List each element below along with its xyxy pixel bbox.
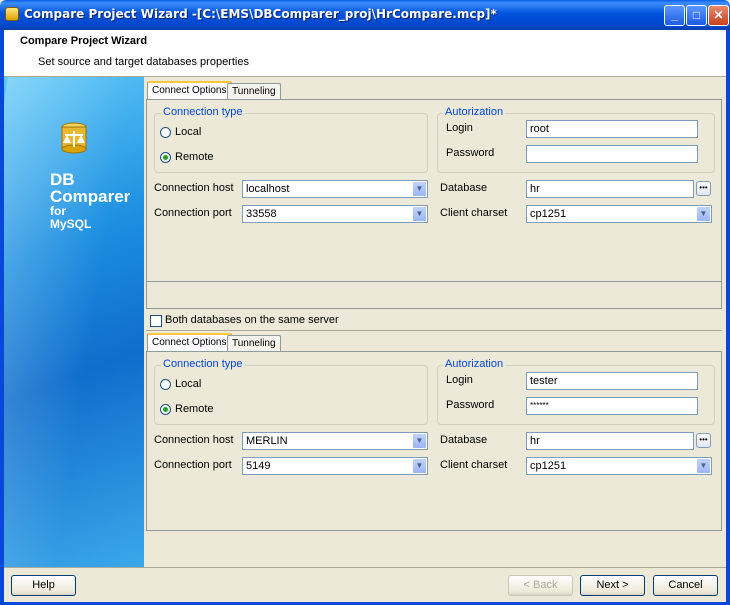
target-remote-label[interactable]: Remote [175, 403, 214, 415]
source-port-value: 33558 [246, 208, 277, 220]
app-icon[interactable] [5, 7, 19, 21]
title-bar[interactable]: Compare Project Wizard -[C:\EMS\DBCompar… [0, 0, 730, 30]
source-login-input[interactable]: root [526, 120, 698, 138]
database-scales-icon [61, 122, 87, 154]
source-port-label: Connection port [154, 207, 232, 219]
source-charset-label: Client charset [440, 207, 508, 219]
same-server-label[interactable]: Both databases on the same server [165, 314, 339, 326]
brand-subtitle: for MySQL [50, 205, 91, 231]
brand-line-comparer: Comparer [50, 187, 131, 206]
source-charset-select[interactable]: cp1251 ▼ [526, 205, 712, 223]
target-password-input[interactable]: ****** [526, 397, 698, 415]
target-local-radio[interactable] [160, 379, 171, 390]
target-password-label: Password [446, 399, 495, 411]
source-local-radio[interactable] [160, 127, 171, 138]
target-host-select[interactable]: MERLIN ▼ [242, 432, 428, 450]
source-local-label[interactable]: Local [175, 126, 201, 138]
source-connection-type-group [154, 113, 428, 173]
target-host-value: MERLIN [246, 435, 288, 447]
help-button[interactable]: Help [11, 575, 76, 596]
chevron-down-icon[interactable]: ▼ [412, 206, 427, 222]
chevron-down-icon[interactable]: ▼ [412, 433, 427, 449]
source-charset-value: cp1251 [530, 208, 567, 220]
source-remote-label[interactable]: Remote [175, 151, 214, 163]
close-button[interactable]: ✕ [708, 5, 729, 26]
side-banner: DB Comparer for MySQL [4, 77, 144, 567]
source-database-input[interactable]: hr [526, 180, 694, 198]
target-charset-label: Client charset [440, 459, 508, 471]
source-host-label: Connection host [154, 182, 234, 194]
close-icon: ✕ [713, 8, 724, 22]
target-port-label: Connection port [154, 459, 232, 471]
source-connection-type-legend: Connection type [161, 106, 245, 118]
same-server-divider [146, 330, 722, 331]
target-local-label[interactable]: Local [175, 378, 201, 390]
source-host-value: localhost [246, 183, 290, 195]
brand-line-mysql: MySQL [50, 217, 92, 231]
chevron-down-icon[interactable]: ▼ [696, 458, 711, 474]
brand-name: DB Comparer [50, 171, 130, 205]
chevron-down-icon[interactable]: ▼ [412, 458, 427, 474]
window-frame-right [726, 30, 730, 605]
target-login-label: Login [446, 374, 473, 386]
source-database-label: Database [440, 182, 488, 194]
wizard-header: Compare Project Wizard Set source and ta… [4, 30, 726, 77]
same-server-checkbox[interactable] [150, 315, 162, 327]
target-login-input[interactable]: tester [526, 372, 698, 390]
target-charset-value: cp1251 [530, 460, 567, 472]
target-host-label: Connection host [154, 434, 234, 446]
target-port-select[interactable]: 5149 ▼ [242, 457, 428, 475]
next-button[interactable]: Next > [580, 575, 645, 596]
chevron-down-icon[interactable]: ▼ [412, 181, 427, 197]
source-remote-radio[interactable] [160, 152, 171, 163]
maximize-icon: □ [692, 8, 701, 22]
source-authorization-legend: Autorization [443, 106, 506, 118]
source-port-select[interactable]: 33558 ▼ [242, 205, 428, 223]
target-remote-radio[interactable] [160, 404, 171, 415]
source-pane-divider [146, 281, 722, 282]
ellipsis-icon[interactable]: ••• [696, 433, 711, 448]
brand-line-db: DB [50, 170, 75, 189]
ellipsis-icon[interactable]: ••• [696, 181, 711, 196]
source-password-input[interactable] [526, 145, 698, 163]
wizard-subtitle: Set source and target databases properti… [38, 56, 249, 68]
target-port-value: 5149 [246, 460, 271, 472]
target-connection-type-legend: Connection type [161, 358, 245, 370]
maximize-button[interactable]: □ [686, 5, 707, 26]
tab-source-connect-options[interactable]: Connect Options [147, 81, 232, 100]
minimize-button[interactable]: _ [664, 5, 685, 26]
target-connection-type-group [154, 365, 428, 425]
source-host-select[interactable]: localhost ▼ [242, 180, 428, 198]
wizard-title: Compare Project Wizard [20, 35, 148, 47]
window-title: Compare Project Wizard -[C:\EMS\DBCompar… [24, 7, 497, 21]
source-login-label: Login [446, 122, 473, 134]
target-database-input[interactable]: hr [526, 432, 694, 450]
chevron-down-icon[interactable]: ▼ [696, 206, 711, 222]
cancel-button[interactable]: Cancel [653, 575, 718, 596]
source-password-label: Password [446, 147, 495, 159]
target-database-label: Database [440, 434, 488, 446]
minimize-icon: _ [671, 8, 678, 22]
tab-target-tunneling[interactable]: Tunneling [227, 335, 281, 352]
target-authorization-legend: Autorization [443, 358, 506, 370]
back-button[interactable]: < Back [508, 575, 573, 596]
tab-source-tunneling[interactable]: Tunneling [227, 83, 281, 100]
tab-target-connect-options[interactable]: Connect Options [147, 333, 232, 352]
target-charset-select[interactable]: cp1251 ▼ [526, 457, 712, 475]
